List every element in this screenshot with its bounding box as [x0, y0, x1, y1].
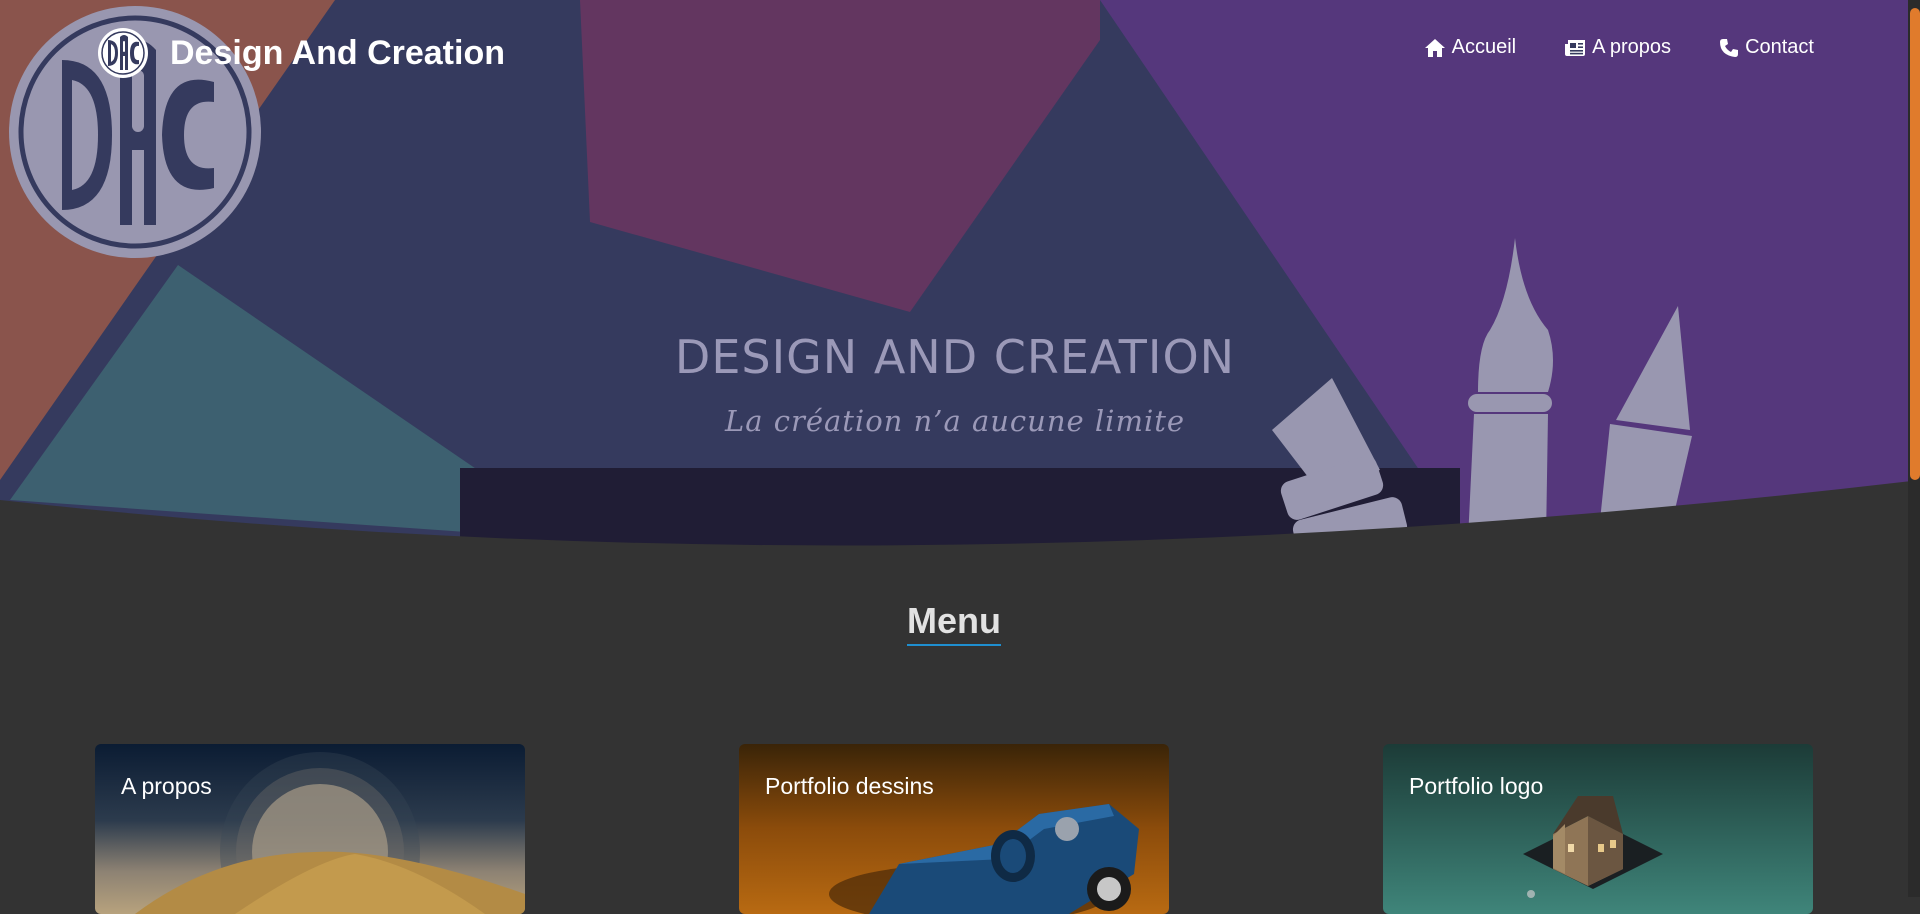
card-title: A propos: [121, 773, 212, 799]
isometric-house-illustration: [1383, 744, 1813, 914]
desert-moon-illustration: [95, 744, 525, 914]
brand-home-link[interactable]: Design And Creation: [96, 26, 505, 80]
nav-link-label: A propos: [1592, 36, 1672, 58]
blue-race-car-illustration: [739, 744, 1169, 914]
main-navigation: Accueil A propos Contact: [1424, 36, 1814, 59]
nav-link-label: Accueil: [1451, 36, 1517, 58]
nav-link-contact[interactable]: Contact: [1719, 36, 1814, 59]
menu-card-a-propos[interactable]: A propos: [95, 744, 525, 914]
menu-card-portfolio-dessins[interactable]: Portfolio dessins: [739, 744, 1169, 914]
hero-tagline: La création n’a aucune limite: [724, 404, 1186, 438]
page-scrollbar-thumb[interactable]: [1910, 8, 1920, 480]
nav-link-a-propos[interactable]: A propos: [1564, 36, 1671, 59]
hero-banner: DESIGN AND CREATION La création n’a aucu…: [0, 0, 1920, 560]
home-icon: [1424, 38, 1445, 57]
menu-card-portfolio-logo[interactable]: Portfolio logo: [1383, 744, 1813, 914]
hero-background: [0, 0, 1920, 560]
brand-name: Design And Creation: [170, 33, 505, 72]
dac-logo-icon: [98, 28, 148, 78]
card-title: Portfolio logo: [1409, 773, 1544, 799]
card-title: Portfolio dessins: [765, 773, 934, 799]
nav-link-label: Contact: [1745, 36, 1814, 58]
phone-icon: [1720, 38, 1739, 57]
menu-section-title: Menu: [0, 600, 1908, 646]
nav-link-accueil[interactable]: Accueil: [1424, 36, 1516, 59]
newspaper-icon: [1565, 39, 1586, 56]
menu-title: Menu: [907, 600, 1001, 646]
hero-title: DESIGN AND CREATION: [674, 330, 1236, 384]
